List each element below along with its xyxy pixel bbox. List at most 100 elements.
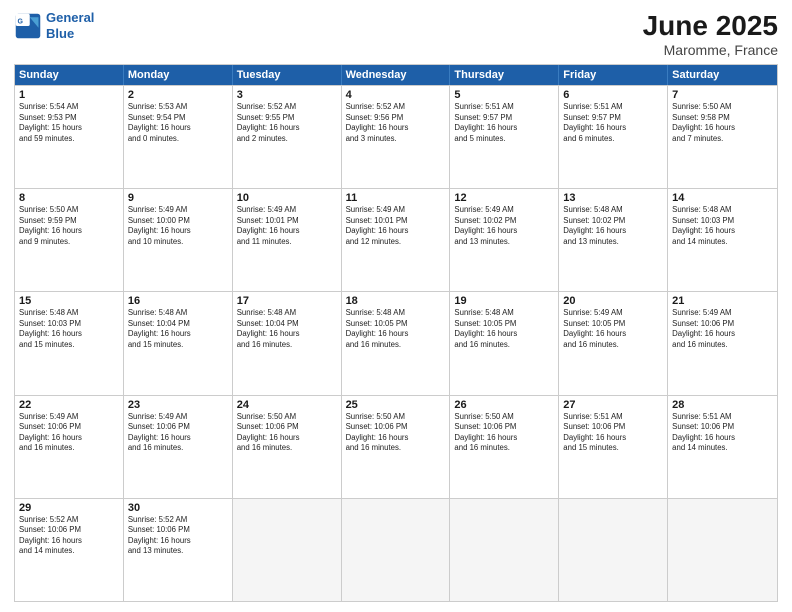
cal-cell-2-6: 21Sunrise: 5:49 AM Sunset: 10:06 PM Dayl…	[668, 292, 777, 394]
cell-day-number: 26	[454, 399, 554, 411]
header-sunday: Sunday	[15, 65, 124, 85]
logo-line2: Blue	[46, 26, 74, 41]
cell-day-number: 1	[19, 89, 119, 101]
cal-cell-2-1: 16Sunrise: 5:48 AM Sunset: 10:04 PM Dayl…	[124, 292, 233, 394]
cal-cell-4-1: 30Sunrise: 5:52 AM Sunset: 10:06 PM Dayl…	[124, 499, 233, 601]
cell-info: Sunrise: 5:52 AM Sunset: 9:56 PM Dayligh…	[346, 102, 446, 144]
cal-cell-3-4: 26Sunrise: 5:50 AM Sunset: 10:06 PM Dayl…	[450, 396, 559, 498]
calendar: Sunday Monday Tuesday Wednesday Thursday…	[14, 64, 778, 602]
cell-day-number: 21	[672, 295, 773, 307]
cal-cell-3-0: 22Sunrise: 5:49 AM Sunset: 10:06 PM Dayl…	[15, 396, 124, 498]
cal-cell-1-4: 12Sunrise: 5:49 AM Sunset: 10:02 PM Dayl…	[450, 189, 559, 291]
cal-cell-0-1: 2Sunrise: 5:53 AM Sunset: 9:54 PM Daylig…	[124, 86, 233, 188]
cell-day-number: 8	[19, 192, 119, 204]
cell-day-number: 15	[19, 295, 119, 307]
cell-day-number: 6	[563, 89, 663, 101]
header-tuesday: Tuesday	[233, 65, 342, 85]
cal-cell-0-2: 3Sunrise: 5:52 AM Sunset: 9:55 PM Daylig…	[233, 86, 342, 188]
cell-info: Sunrise: 5:50 AM Sunset: 10:06 PM Daylig…	[346, 412, 446, 454]
cell-day-number: 2	[128, 89, 228, 101]
cell-info: Sunrise: 5:51 AM Sunset: 10:06 PM Daylig…	[672, 412, 773, 454]
cell-info: Sunrise: 5:49 AM Sunset: 10:02 PM Daylig…	[454, 205, 554, 247]
cell-info: Sunrise: 5:48 AM Sunset: 10:04 PM Daylig…	[128, 308, 228, 350]
cell-info: Sunrise: 5:50 AM Sunset: 10:06 PM Daylig…	[454, 412, 554, 454]
cell-day-number: 29	[19, 502, 119, 514]
cell-info: Sunrise: 5:49 AM Sunset: 10:06 PM Daylig…	[19, 412, 119, 454]
cal-cell-3-3: 25Sunrise: 5:50 AM Sunset: 10:06 PM Dayl…	[342, 396, 451, 498]
cell-info: Sunrise: 5:48 AM Sunset: 10:04 PM Daylig…	[237, 308, 337, 350]
header-saturday: Saturday	[668, 65, 777, 85]
cell-day-number: 27	[563, 399, 663, 411]
cell-info: Sunrise: 5:50 AM Sunset: 10:06 PM Daylig…	[237, 412, 337, 454]
cal-row-3: 22Sunrise: 5:49 AM Sunset: 10:06 PM Dayl…	[15, 395, 777, 498]
cell-info: Sunrise: 5:50 AM Sunset: 9:58 PM Dayligh…	[672, 102, 773, 144]
cell-info: Sunrise: 5:49 AM Sunset: 10:00 PM Daylig…	[128, 205, 228, 247]
cell-info: Sunrise: 5:48 AM Sunset: 10:05 PM Daylig…	[454, 308, 554, 350]
cal-cell-2-4: 19Sunrise: 5:48 AM Sunset: 10:05 PM Dayl…	[450, 292, 559, 394]
svg-text:G: G	[18, 18, 24, 25]
cell-day-number: 10	[237, 192, 337, 204]
cell-day-number: 13	[563, 192, 663, 204]
cal-cell-4-2	[233, 499, 342, 601]
cal-cell-0-0: 1Sunrise: 5:54 AM Sunset: 9:53 PM Daylig…	[15, 86, 124, 188]
cell-info: Sunrise: 5:49 AM Sunset: 10:01 PM Daylig…	[237, 205, 337, 247]
cell-day-number: 12	[454, 192, 554, 204]
cell-info: Sunrise: 5:48 AM Sunset: 10:02 PM Daylig…	[563, 205, 663, 247]
cal-cell-2-3: 18Sunrise: 5:48 AM Sunset: 10:05 PM Dayl…	[342, 292, 451, 394]
header-monday: Monday	[124, 65, 233, 85]
cell-info: Sunrise: 5:49 AM Sunset: 10:01 PM Daylig…	[346, 205, 446, 247]
page: G General Blue June 2025 Maromme, France…	[0, 0, 792, 612]
header-thursday: Thursday	[450, 65, 559, 85]
cell-day-number: 16	[128, 295, 228, 307]
cal-cell-0-5: 6Sunrise: 5:51 AM Sunset: 9:57 PM Daylig…	[559, 86, 668, 188]
cell-day-number: 28	[672, 399, 773, 411]
cell-info: Sunrise: 5:52 AM Sunset: 10:06 PM Daylig…	[128, 515, 228, 557]
cell-day-number: 25	[346, 399, 446, 411]
cal-cell-1-2: 10Sunrise: 5:49 AM Sunset: 10:01 PM Dayl…	[233, 189, 342, 291]
cell-info: Sunrise: 5:50 AM Sunset: 9:59 PM Dayligh…	[19, 205, 119, 247]
cal-cell-3-5: 27Sunrise: 5:51 AM Sunset: 10:06 PM Dayl…	[559, 396, 668, 498]
cell-info: Sunrise: 5:52 AM Sunset: 9:55 PM Dayligh…	[237, 102, 337, 144]
title-block: June 2025 Maromme, France	[643, 10, 778, 58]
cal-cell-0-4: 5Sunrise: 5:51 AM Sunset: 9:57 PM Daylig…	[450, 86, 559, 188]
cell-day-number: 20	[563, 295, 663, 307]
cell-info: Sunrise: 5:51 AM Sunset: 9:57 PM Dayligh…	[563, 102, 663, 144]
calendar-title: June 2025	[643, 10, 778, 42]
cal-cell-3-6: 28Sunrise: 5:51 AM Sunset: 10:06 PM Dayl…	[668, 396, 777, 498]
cal-row-2: 15Sunrise: 5:48 AM Sunset: 10:03 PM Dayl…	[15, 291, 777, 394]
cal-cell-3-2: 24Sunrise: 5:50 AM Sunset: 10:06 PM Dayl…	[233, 396, 342, 498]
cal-cell-2-2: 17Sunrise: 5:48 AM Sunset: 10:04 PM Dayl…	[233, 292, 342, 394]
cell-day-number: 11	[346, 192, 446, 204]
cell-day-number: 23	[128, 399, 228, 411]
logo-icon: G	[14, 12, 42, 40]
cal-cell-4-0: 29Sunrise: 5:52 AM Sunset: 10:06 PM Dayl…	[15, 499, 124, 601]
cell-day-number: 7	[672, 89, 773, 101]
cal-cell-3-1: 23Sunrise: 5:49 AM Sunset: 10:06 PM Dayl…	[124, 396, 233, 498]
cal-cell-1-0: 8Sunrise: 5:50 AM Sunset: 9:59 PM Daylig…	[15, 189, 124, 291]
header-wednesday: Wednesday	[342, 65, 451, 85]
cal-row-4: 29 Sunrise: 5:52 AM Sunset: 10:06 PM Dayl…	[15, 498, 777, 601]
cal-cell-4-5	[559, 499, 668, 601]
cal-cell-4-6	[668, 499, 777, 601]
cell-day-number: 14	[672, 192, 773, 204]
calendar-body: 1Sunrise: 5:54 AM Sunset: 9:53 PM Daylig…	[15, 85, 777, 601]
header-friday: Friday	[559, 65, 668, 85]
cal-row-0: 1Sunrise: 5:54 AM Sunset: 9:53 PM Daylig…	[15, 85, 777, 188]
cell-day-number: 5	[454, 89, 554, 101]
logo-text: General Blue	[46, 10, 94, 41]
cell-info: Sunrise: 5:51 AM Sunset: 9:57 PM Dayligh…	[454, 102, 554, 144]
cell-info: Sunrise: 5:48 AM Sunset: 10:03 PM Daylig…	[19, 308, 119, 350]
logo-line1: General	[46, 10, 94, 25]
cal-cell-2-5: 20Sunrise: 5:49 AM Sunset: 10:05 PM Dayl…	[559, 292, 668, 394]
cal-cell-1-1: 9Sunrise: 5:49 AM Sunset: 10:00 PM Dayli…	[124, 189, 233, 291]
cell-info: Sunrise: 5:49 AM Sunset: 10:06 PM Daylig…	[128, 412, 228, 454]
cell-info: Sunrise: 5:54 AM Sunset: 9:53 PM Dayligh…	[19, 102, 119, 144]
cell-day-number: 24	[237, 399, 337, 411]
cal-cell-0-6: 7Sunrise: 5:50 AM Sunset: 9:58 PM Daylig…	[668, 86, 777, 188]
cell-day-number: 3	[237, 89, 337, 101]
cell-info: Sunrise: 5:48 AM Sunset: 10:03 PM Daylig…	[672, 205, 773, 247]
calendar-subtitle: Maromme, France	[643, 42, 778, 58]
cal-cell-4-3	[342, 499, 451, 601]
logo: G General Blue	[14, 10, 94, 41]
cell-info: Sunrise: 5:51 AM Sunset: 10:06 PM Daylig…	[563, 412, 663, 454]
